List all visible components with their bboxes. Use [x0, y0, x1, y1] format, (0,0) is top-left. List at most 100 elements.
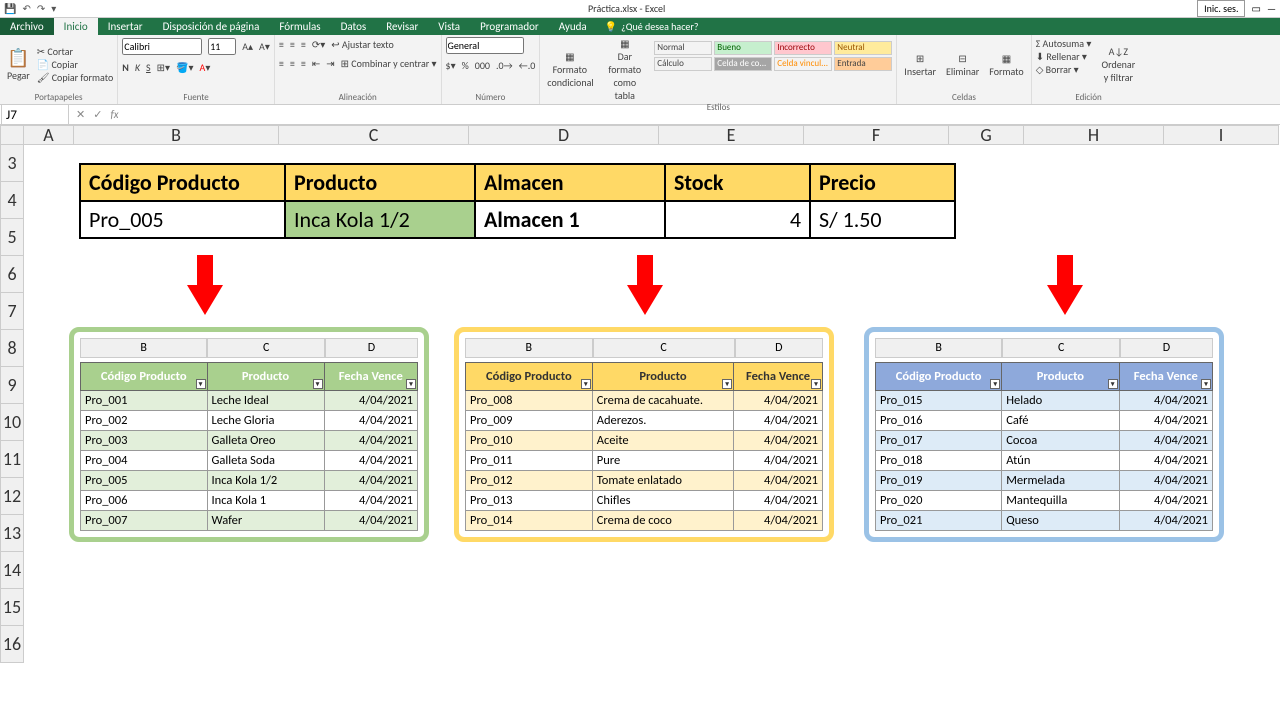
- merge-button[interactable]: ⊞ Combinar y centrar ▾: [341, 57, 437, 70]
- mini-table-cell[interactable]: 4/04/2021: [734, 451, 823, 471]
- row-header[interactable]: 15: [0, 589, 24, 626]
- filter-dropdown-icon[interactable]: ▾: [1201, 379, 1211, 389]
- mini-table-cell[interactable]: Pro_015: [876, 391, 1002, 411]
- mini-table-cell[interactable]: Inca Kola 1: [207, 491, 324, 511]
- mini-table-cell[interactable]: Galleta Oreo: [207, 431, 324, 451]
- border-button[interactable]: ⊞▾: [157, 61, 170, 74]
- mini-table-cell[interactable]: Pro_005: [81, 471, 208, 491]
- mini-table-cell[interactable]: Pro_012: [466, 471, 593, 491]
- mini-table-cell[interactable]: Crema de coco: [592, 511, 733, 531]
- tab-ayuda[interactable]: Ayuda: [549, 18, 597, 35]
- worksheet-grid[interactable]: ABCDEFGHI 345678910111213141516 Código P…: [0, 125, 1280, 720]
- underline-button[interactable]: S: [146, 61, 151, 74]
- mini-table-cell[interactable]: 4/04/2021: [324, 391, 418, 411]
- mini-col-header[interactable]: C: [1002, 338, 1120, 358]
- row-header[interactable]: 13: [0, 515, 24, 552]
- filter-dropdown-icon[interactable]: ▾: [722, 379, 732, 389]
- style-entrada[interactable]: Entrada: [834, 57, 892, 71]
- comma-icon[interactable]: 000: [475, 59, 490, 72]
- mini-col-header[interactable]: B: [80, 338, 207, 358]
- tab-datos[interactable]: Datos: [331, 18, 377, 35]
- inc-decimal-icon[interactable]: .0→: [496, 59, 513, 72]
- style-incorrecto[interactable]: Incorrecto: [774, 41, 832, 55]
- lookup-cell[interactable]: Inca Kola 1/2: [285, 201, 475, 238]
- name-box[interactable]: [1, 104, 69, 125]
- mini-table-cell[interactable]: 4/04/2021: [324, 491, 418, 511]
- mini-table-cell[interactable]: 4/04/2021: [1119, 491, 1212, 511]
- mini-table-cell[interactable]: Pro_017: [876, 431, 1002, 451]
- mini-table-cell[interactable]: Pro_019: [876, 471, 1002, 491]
- orientation-icon[interactable]: ⟳▾: [312, 38, 325, 51]
- col-header[interactable]: F: [804, 125, 949, 145]
- mini-table-cell[interactable]: Crema de cacahuate.: [592, 391, 733, 411]
- mini-table-cell[interactable]: Pro_021: [876, 511, 1002, 531]
- align-left-icon[interactable]: ≡: [279, 57, 284, 70]
- lookup-header[interactable]: Stock: [665, 164, 810, 201]
- format-as-table-button[interactable]: ▦Dar formato como tabla: [599, 37, 650, 102]
- align-center-icon[interactable]: ≡: [290, 57, 295, 70]
- mini-col-header[interactable]: C: [207, 338, 325, 358]
- lookup-header[interactable]: Almacen: [475, 164, 665, 201]
- mini-table-cell[interactable]: Leche Ideal: [207, 391, 324, 411]
- mini-table-cell[interactable]: 4/04/2021: [1119, 451, 1212, 471]
- mini-table-cell[interactable]: Pro_001: [81, 391, 208, 411]
- bold-button[interactable]: N: [122, 61, 129, 74]
- mini-table-cell[interactable]: Pro_020: [876, 491, 1002, 511]
- delete-cells-button[interactable]: ⊟Eliminar: [943, 37, 982, 92]
- row-header[interactable]: 3: [0, 145, 24, 182]
- style-calculo[interactable]: Cálculo: [654, 57, 712, 71]
- mini-table-header[interactable]: Fecha Vence▾: [1119, 363, 1212, 391]
- mini-table-cell[interactable]: 4/04/2021: [324, 431, 418, 451]
- font-name-input[interactable]: [122, 38, 202, 55]
- mini-table-cell[interactable]: Pro_004: [81, 451, 208, 471]
- qat-more-icon[interactable]: ▾: [51, 2, 56, 15]
- col-header[interactable]: A: [24, 125, 74, 145]
- cancel-formula-icon[interactable]: ✕: [76, 108, 85, 121]
- mini-table-cell[interactable]: 4/04/2021: [324, 451, 418, 471]
- row-header[interactable]: 9: [0, 367, 24, 404]
- tab-vista[interactable]: Vista: [428, 18, 470, 35]
- formula-input[interactable]: [125, 114, 1280, 116]
- mini-col-header[interactable]: B: [875, 338, 1002, 358]
- conditional-format-button[interactable]: ▦Formato condicional: [544, 37, 595, 102]
- enter-formula-icon[interactable]: ✓: [93, 108, 102, 121]
- row-header[interactable]: 8: [0, 330, 24, 367]
- fill-color-button[interactable]: 🪣▾: [176, 61, 193, 74]
- mini-table-header[interactable]: Código Producto▾: [81, 363, 208, 391]
- dec-decimal-icon[interactable]: ←.0: [519, 59, 536, 72]
- col-header[interactable]: H: [1024, 125, 1164, 145]
- tab-programador[interactable]: Programador: [470, 18, 549, 35]
- row-header[interactable]: 7: [0, 293, 24, 330]
- mini-table-cell[interactable]: Aceite: [592, 431, 733, 451]
- autosum-button[interactable]: Σ Autosuma ▾: [1036, 37, 1092, 50]
- style-vincul[interactable]: Celda vincul...: [774, 57, 832, 71]
- mini-table-cell[interactable]: Pro_002: [81, 411, 208, 431]
- tab-formulas[interactable]: Fórmulas: [269, 18, 330, 35]
- redo-icon[interactable]: ↷: [37, 2, 45, 15]
- mini-col-header[interactable]: D: [735, 338, 823, 358]
- mini-table-cell[interactable]: Queso: [1002, 511, 1119, 531]
- row-header[interactable]: 5: [0, 219, 24, 256]
- currency-icon[interactable]: $▾: [446, 59, 456, 72]
- mini-table-cell[interactable]: Pro_018: [876, 451, 1002, 471]
- insert-cells-button[interactable]: ⊞Insertar: [901, 37, 939, 92]
- number-format-select[interactable]: [446, 37, 524, 54]
- tab-inicio[interactable]: Inicio: [54, 18, 98, 35]
- lookup-header[interactable]: Producto: [285, 164, 475, 201]
- mini-table-cell[interactable]: 4/04/2021: [1119, 431, 1212, 451]
- align-middle-icon[interactable]: ≡: [290, 38, 295, 51]
- minimize-icon[interactable]: —: [1267, 2, 1276, 15]
- percent-icon[interactable]: %: [462, 59, 469, 72]
- mini-table-cell[interactable]: Pro_016: [876, 411, 1002, 431]
- mini-table-header[interactable]: Fecha Vence▾: [324, 363, 418, 391]
- mini-table-cell[interactable]: Pro_006: [81, 491, 208, 511]
- mini-table-header[interactable]: Producto▾: [207, 363, 324, 391]
- col-header[interactable]: I: [1164, 125, 1279, 145]
- row-header[interactable]: 12: [0, 478, 24, 515]
- style-celda[interactable]: Celda de co...: [714, 57, 772, 71]
- ribbon-options-icon[interactable]: ▭: [1251, 2, 1260, 15]
- mini-table-cell[interactable]: Mermelada: [1002, 471, 1119, 491]
- lookup-cell[interactable]: S/ 1.50: [810, 201, 955, 238]
- lookup-cell[interactable]: Almacen 1: [475, 201, 665, 238]
- mini-col-header[interactable]: B: [465, 338, 593, 358]
